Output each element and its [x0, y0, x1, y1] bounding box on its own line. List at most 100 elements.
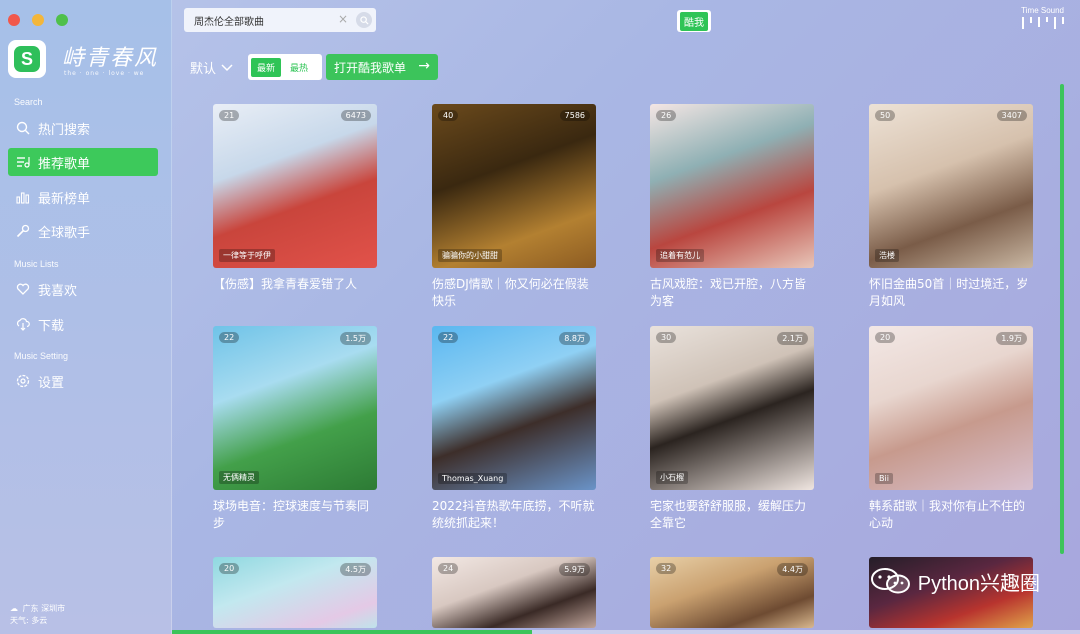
playlist-title[interactable]: 古风戏腔：戏已开腔，八方皆为客 — [650, 276, 814, 310]
play-count-badge: 50 — [875, 110, 896, 121]
cloud-icon: ☁ — [10, 604, 18, 613]
wechat-icon — [870, 566, 912, 596]
playlist-cover[interactable]: 22 1.5万无俩精灵 — [213, 326, 377, 490]
playlist-cover[interactable]: 40 7586 骗骗你的小甜甜 — [432, 104, 596, 268]
listen-count-badge: 7586 — [559, 110, 590, 121]
brand-mark: Time Sound — [1021, 6, 1064, 29]
playlist-author: Bii — [875, 473, 893, 484]
playlist-cover[interactable]: 20 4.5万 — [213, 557, 377, 628]
watermark-text: Python兴趣圈 — [917, 572, 1040, 595]
sidebar-item-label: 设置 — [38, 375, 65, 391]
brand-name: Time Sound — [1021, 6, 1064, 15]
playlist-title[interactable]: 韩系甜歌｜我对你有止不住的心动 — [869, 498, 1033, 532]
playlist-author: 骗骗你的小甜甜 — [438, 249, 502, 262]
playlist-author: 浩楼 — [875, 249, 899, 262]
playlist-cover[interactable]: 50 3407 浩楼 — [869, 104, 1033, 268]
play-count-badge: 22 — [438, 332, 459, 343]
app-logo: S — [8, 40, 46, 78]
playlist-title[interactable]: 怀旧金曲50首｜时过境迁，岁月如风 — [869, 276, 1033, 310]
listen-count-badge: 8.8万 — [559, 332, 590, 345]
sidebar-item-recommended[interactable]: 推荐歌单 — [8, 148, 158, 176]
playlist-title[interactable]: 2022抖音热歌年底捞，不听就统统抓起来！ — [432, 498, 596, 532]
playlist-title[interactable]: 【伤感】我拿青春爱错了人 — [213, 276, 377, 293]
sidebar-item-global-singers[interactable]: 全球歌手 — [8, 217, 158, 245]
playlist-cover[interactable]: 32 4.4万 — [650, 557, 814, 628]
playlist-cover[interactable]: 20 1.9万 Bii — [869, 326, 1033, 490]
location-city: 广东 深圳市 — [22, 604, 66, 613]
playlist-cover[interactable]: 22 8.8万 Thomas_Xuang — [432, 326, 596, 490]
listen-count-badge: 4.5万 — [340, 563, 371, 576]
play-count-badge: 24 — [438, 563, 459, 574]
clear-icon[interactable]: × — [338, 12, 348, 26]
loading-progress — [172, 630, 1080, 634]
sidebar-item-favorites[interactable]: 我喜欢 — [8, 275, 158, 303]
toggle-newest[interactable]: 最新 — [251, 57, 282, 77]
search-input[interactable]: 周杰伦全部歌曲 × — [184, 8, 376, 32]
playlist-cover[interactable]: 21 6473 一律等于呼伊 — [213, 104, 377, 268]
sidebar-item-label: 最新榜单 — [38, 191, 91, 207]
sound-bars-icon — [1021, 17, 1064, 29]
chevron-down-icon — [220, 62, 234, 77]
search-submit-button[interactable] — [356, 12, 372, 28]
sidebar-item-label: 热门搜索 — [38, 122, 91, 138]
sidebar: S 峙青春风 the · one · love · we Search 热门搜索… — [0, 0, 172, 634]
sidebar-item-label: 我喜欢 — [38, 283, 78, 299]
play-count-badge: 26 — [656, 110, 677, 121]
sidebar-item-hot-search[interactable]: 热门搜索 — [8, 114, 158, 142]
play-count-badge: 32 — [656, 563, 677, 574]
playlist-author: 小石榴 — [656, 471, 688, 484]
playlist-author: 无俩精灵 — [219, 471, 259, 484]
sidebar-item-label: 推荐歌单 — [38, 156, 91, 172]
scrollbar[interactable] — [1060, 84, 1064, 554]
chart-icon — [14, 188, 32, 206]
watermark: Python兴趣圈 — [870, 566, 1040, 596]
listen-count-badge: 2.1万 — [777, 332, 808, 345]
open-playlist-label: 打开酷我歌单 — [334, 60, 407, 75]
sort-dropdown[interactable]: 默认 — [190, 58, 234, 77]
gear-icon — [14, 372, 32, 390]
sort-toggle: 最新 最热 — [248, 54, 322, 80]
listen-count-badge: 4.4万 — [777, 563, 808, 576]
search-icon — [14, 119, 32, 137]
listen-count-badge: 1.9万 — [996, 332, 1027, 345]
location-weather: ☁ 广东 深圳市 天气: 多云 — [10, 603, 65, 627]
sidebar-item-label: 下载 — [38, 318, 65, 334]
listen-count-badge: 5.9万 — [559, 563, 590, 576]
minimize-window-button[interactable] — [32, 14, 44, 26]
kuwo-label: 酷我 — [680, 11, 708, 31]
close-window-button[interactable] — [8, 14, 20, 26]
singer-icon — [14, 222, 32, 240]
weather-text: 天气: 多云 — [10, 616, 48, 625]
playlist-icon — [14, 153, 32, 171]
section-music-setting: Music Setting — [14, 351, 69, 361]
listen-count-badge: 3407 — [996, 110, 1027, 121]
kuwo-source-button[interactable]: 酷我 — [677, 10, 711, 32]
sidebar-item-settings[interactable]: 设置 — [8, 367, 158, 395]
search-value: 周杰伦全部歌曲 — [194, 16, 264, 28]
sidebar-item-download[interactable]: 下载 — [8, 310, 158, 338]
playlist-author: 一律等于呼伊 — [219, 249, 275, 262]
heart-icon — [14, 280, 32, 298]
play-count-badge: 20 — [219, 563, 240, 574]
toggle-hottest[interactable]: 最热 — [284, 58, 314, 77]
arrow-right-icon: → — [418, 58, 430, 74]
open-kuwo-playlist-button[interactable]: 打开酷我歌单 → — [326, 54, 438, 80]
listen-count-badge: 1.5万 — [340, 332, 371, 345]
play-count-badge: 20 — [875, 332, 896, 343]
playlist-author: 追着有范儿 — [656, 249, 704, 262]
play-count-badge: 22 — [219, 332, 240, 343]
sidebar-item-label: 全球歌手 — [38, 225, 91, 241]
play-count-badge: 21 — [219, 110, 240, 121]
sidebar-item-latest-charts[interactable]: 最新榜单 — [8, 183, 158, 211]
playlist-cover[interactable]: 30 2.1万 小石榴 — [650, 326, 814, 490]
playlist-cover[interactable]: 24 5.9万 — [432, 557, 596, 628]
logo-icon: S — [14, 46, 40, 72]
download-icon — [14, 315, 32, 333]
playlist-cover[interactable]: 26 追着有范儿 — [650, 104, 814, 268]
playlist-title[interactable]: 伤感DJ情歌｜你又何必在假装快乐 — [432, 276, 596, 310]
play-count-badge: 40 — [438, 110, 459, 121]
playlist-title[interactable]: 宅家也要舒舒服服，缓解压力全靠它 — [650, 498, 814, 532]
playlist-title[interactable]: 球场电音：控球速度与节奏同步 — [213, 498, 377, 532]
maximize-window-button[interactable] — [56, 14, 68, 26]
section-search: Search — [14, 97, 43, 107]
